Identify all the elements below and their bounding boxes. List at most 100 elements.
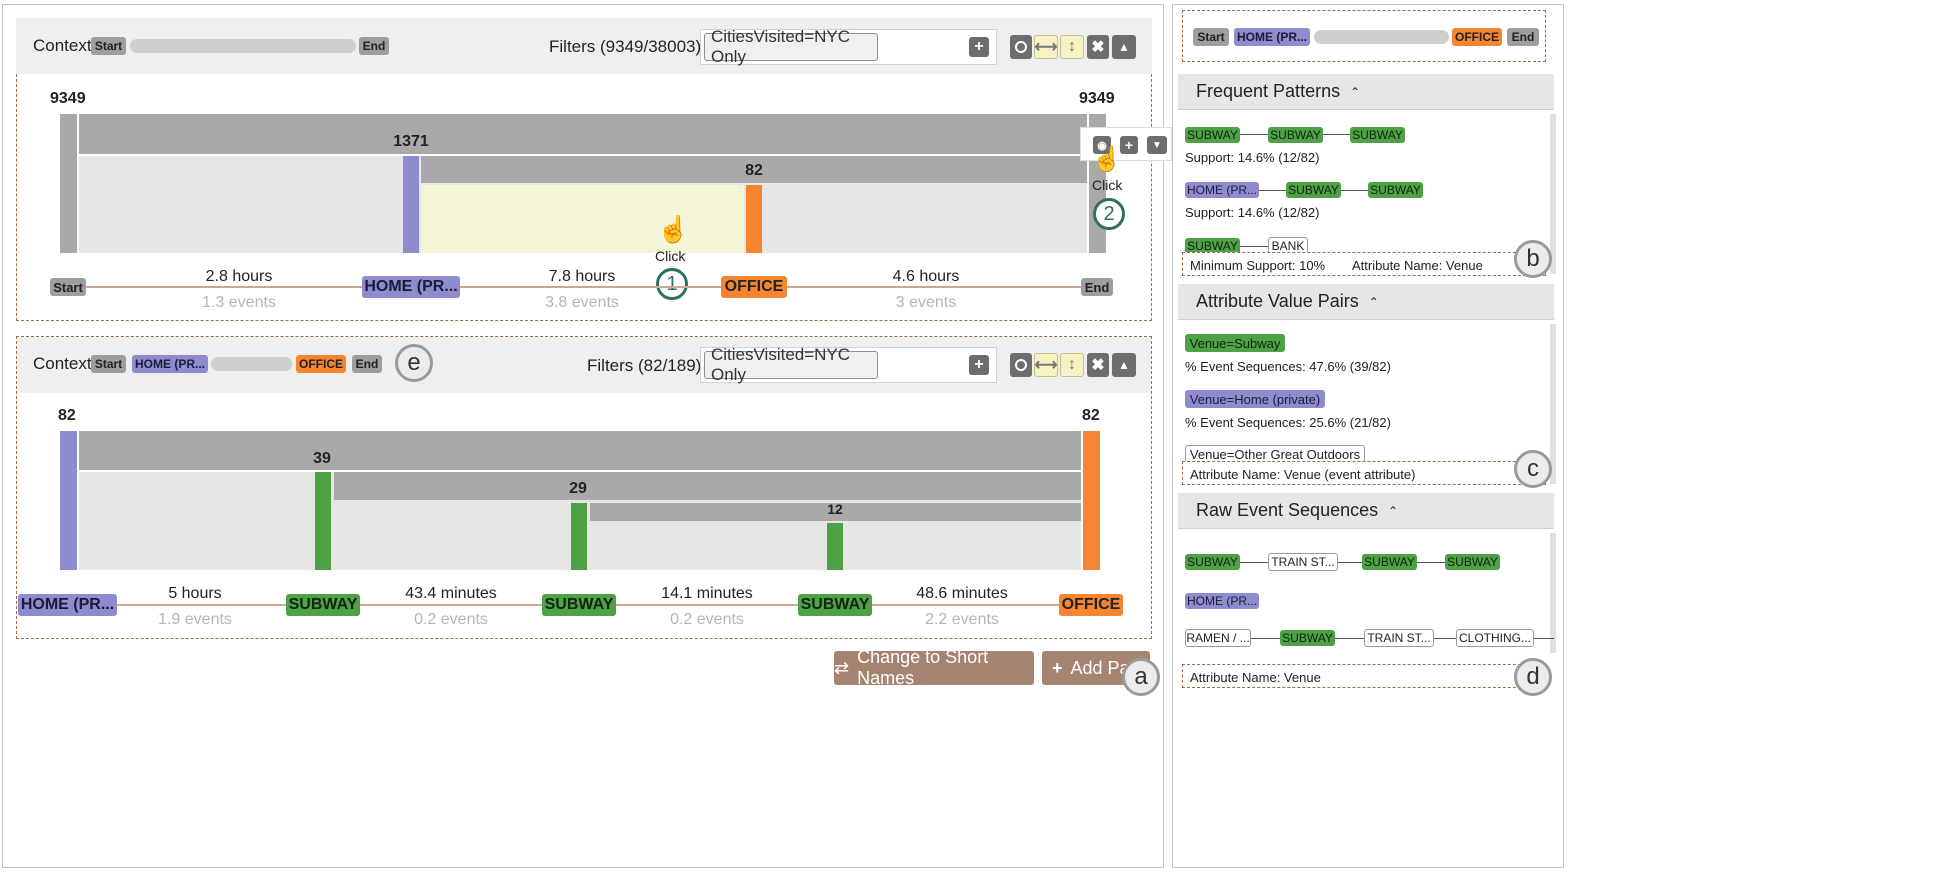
top-horizontal-resize-button[interactable]: ⟷ — [1034, 35, 1058, 59]
top-add-filter-button[interactable]: + — [969, 37, 989, 57]
bottom-context-gap — [211, 357, 292, 371]
top-context-gap — [130, 39, 356, 53]
bottom-subway-bar-2[interactable] — [571, 503, 587, 570]
top-close-button[interactable]: ✖ — [1087, 35, 1109, 59]
bottom-office-bar[interactable] — [1083, 431, 1100, 570]
bottom-timeline-subway-2[interactable]: SUBWAY — [542, 594, 616, 616]
bottom-home-bar[interactable] — [60, 431, 77, 570]
top-office-bar[interactable] — [746, 185, 762, 253]
fp-p1-event-1: SUBWAY — [1185, 127, 1240, 143]
bottom-b1-flow-band[interactable] — [334, 472, 1081, 500]
click-label-1: Click — [655, 248, 686, 264]
top-timeline-end[interactable]: End — [1081, 278, 1113, 296]
right-context-start: Start — [1193, 28, 1229, 46]
avp-item-1-pct: % Event Sequences: 47.6% (39/82) — [1185, 359, 1391, 374]
label-e-marker: e — [395, 344, 433, 382]
top-timeline-home[interactable]: HOME (PR... — [362, 276, 460, 298]
top-home-bar[interactable] — [403, 156, 419, 253]
attribute-pairs-scrollbar[interactable] — [1550, 324, 1556, 484]
bottom-timeline-home[interactable]: HOME (PR... — [18, 594, 117, 616]
top-context-start-tag: Start — [91, 37, 126, 55]
top-collapse-button[interactable]: ▲ — [1112, 35, 1136, 59]
top-count-home: 1371 — [393, 133, 429, 150]
avp-item-2[interactable]: Venue=Home (private) — [1185, 390, 1325, 408]
rs-r3-event-1: RAMEN / ... — [1185, 629, 1251, 647]
step-1-marker: 1 — [656, 268, 688, 300]
bottom-timeline-subway-3[interactable]: SUBWAY — [798, 594, 872, 616]
horizontal-arrows-icon: ⟷ — [1034, 357, 1058, 374]
bottom-subway-bar-3[interactable] — [827, 523, 843, 570]
pattern-dropdown-button[interactable]: ▼ — [1147, 136, 1167, 154]
top-clock-button[interactable] — [1010, 35, 1032, 59]
raw-event-sequences-title: Raw Event Sequences — [1196, 500, 1379, 520]
bottom-timeline-subway-1[interactable]: SUBWAY — [286, 594, 360, 616]
label-c-marker: c — [1514, 450, 1552, 488]
rs-r1-event-4: SUBWAY — [1445, 554, 1500, 570]
top-main-flow-band[interactable] — [79, 114, 1087, 154]
bottom-events-1: 1.9 events — [158, 611, 232, 628]
rs-r1-event-1: SUBWAY — [1185, 554, 1240, 570]
right-context-end: End — [1507, 28, 1539, 46]
top-filter-chip[interactable]: CitiesVisited=NYC Only — [704, 27, 878, 66]
close-icon: ✖ — [1091, 357, 1105, 374]
rs-r1-event-3: SUBWAY — [1362, 554, 1417, 570]
fp-p1-event-2: SUBWAY — [1268, 127, 1323, 143]
bottom-filter-chip[interactable]: CitiesVisited=NYC Only — [704, 345, 878, 384]
change-short-names-button[interactable]: ⇄ Change to Short Names — [834, 647, 1034, 688]
plus-icon: + — [1052, 657, 1063, 678]
bottom-subway-bar-1[interactable] — [315, 472, 331, 570]
bottom-duration-2: 43.4 minutes — [405, 585, 497, 602]
clock-icon — [1015, 359, 1027, 371]
top-timeline-start[interactable]: Start — [50, 278, 86, 296]
top-timeline-office[interactable]: OFFICE — [721, 276, 787, 298]
rs-r1-event-2: TRAIN ST... — [1268, 553, 1338, 571]
frequent-patterns-header[interactable]: Frequent Patterns ⌃ — [1178, 74, 1554, 110]
bottom-clock-button[interactable] — [1010, 353, 1032, 377]
top-start-bar[interactable] — [60, 114, 77, 253]
raw-sequences-scrollbar[interactable] — [1550, 533, 1556, 653]
pattern-add-button[interactable]: + — [1120, 136, 1138, 154]
bottom-context-end-tag: End — [352, 355, 382, 373]
right-context-office: OFFICE — [1452, 28, 1502, 46]
bottom-horizontal-resize-button[interactable]: ⟷ — [1034, 353, 1058, 377]
bottom-close-button[interactable]: ✖ — [1087, 353, 1109, 377]
bottom-vertical-resize-button[interactable]: ↕ — [1060, 353, 1084, 377]
bottom-add-filter-button[interactable]: + — [969, 355, 989, 375]
attribute-value-pairs-header[interactable]: Attribute Value Pairs ⌃ — [1178, 284, 1554, 320]
top-highlight-region[interactable] — [421, 185, 744, 253]
fp-p2-event-2: SUBWAY — [1286, 182, 1341, 198]
top-vertical-resize-button[interactable]: ↕ — [1060, 35, 1084, 59]
bottom-events-2: 0.2 events — [414, 611, 488, 628]
frequent-patterns-title: Frequent Patterns — [1196, 81, 1341, 101]
bottom-count-right: 82 — [1082, 407, 1100, 424]
bottom-duration-3: 14.1 minutes — [661, 585, 753, 602]
double-chevron-up-icon: ⌃ — [1368, 294, 1379, 309]
fp-p3-connector — [1240, 246, 1268, 247]
fp-attribute-name: Attribute Name: Venue — [1352, 258, 1483, 273]
top-events-2: 3.8 events — [545, 294, 619, 311]
top-duration-3: 4.6 hours — [892, 268, 960, 285]
frequent-patterns-scrollbar[interactable] — [1550, 114, 1556, 274]
top-duration-2: 7.8 hours — [548, 268, 616, 285]
bottom-timeline-office[interactable]: OFFICE — [1059, 594, 1123, 616]
bottom-events-3: 0.2 events — [670, 611, 744, 628]
double-chevron-up-icon: ⌃ — [1388, 503, 1399, 518]
right-context-home: HOME (PR... — [1234, 28, 1310, 46]
bottom-main-flow-band[interactable] — [79, 431, 1081, 470]
clock-icon — [1015, 41, 1027, 53]
rs-footer: Attribute Name: Venue — [1190, 670, 1321, 685]
bottom-context-label: Context: — [33, 354, 97, 373]
avp-item-2-pct: % Event Sequences: 25.6% (21/82) — [1185, 415, 1391, 430]
bottom-context-home-tag: HOME (PR... — [132, 355, 208, 373]
raw-event-sequences-header[interactable]: Raw Event Sequences ⌃ — [1178, 493, 1554, 529]
fp-p2-event-1: HOME (PR... — [1185, 182, 1259, 198]
bottom-count-b3: 12 — [827, 501, 843, 517]
rs-r3-event-4: CLOTHING... — [1456, 629, 1534, 647]
avp-item-1[interactable]: Venue=Subway — [1185, 334, 1285, 352]
hand-cursor-icon-2: ☝ — [1092, 146, 1122, 173]
change-short-names-label: Change to Short Names — [857, 647, 989, 688]
attribute-value-pairs-title: Attribute Value Pairs — [1196, 291, 1359, 311]
top-duration-1: 2.8 hours — [205, 268, 273, 285]
bottom-collapse-button[interactable]: ▲ — [1112, 353, 1136, 377]
vertical-arrows-icon: ↕ — [1068, 356, 1076, 373]
